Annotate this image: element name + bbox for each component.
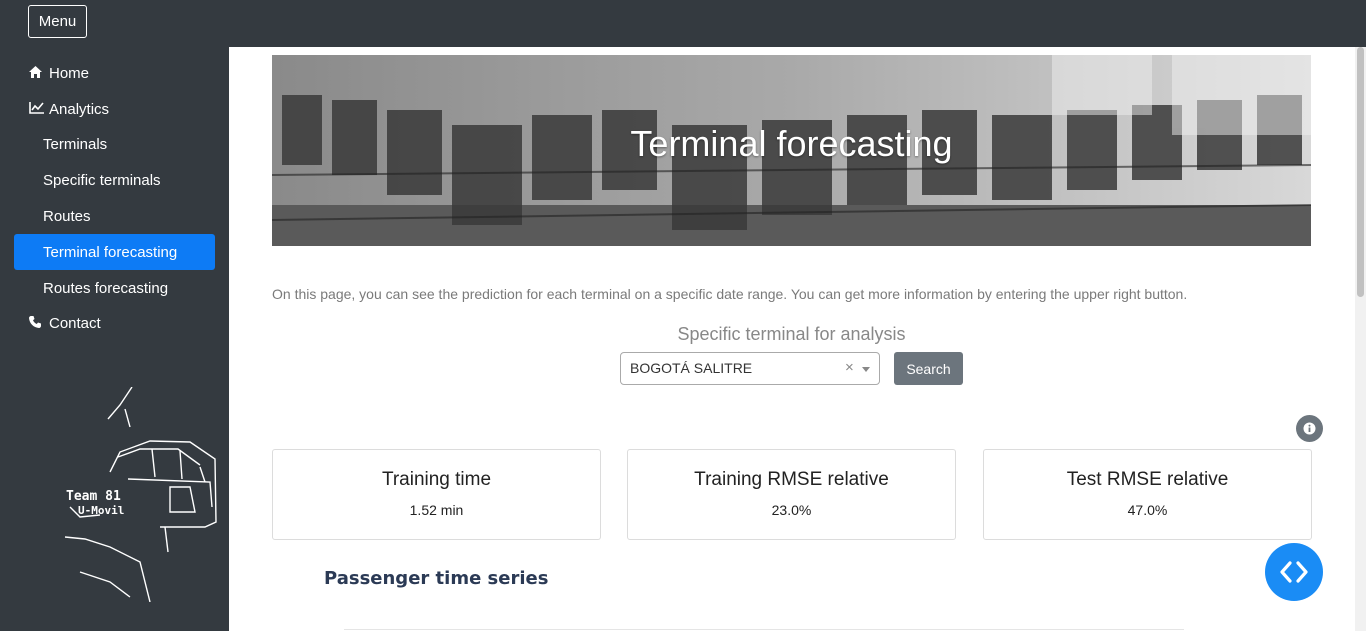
clear-selection-icon[interactable]: × — [845, 359, 854, 376]
terminal-select[interactable]: BOGOTÁ SALITRE × — [620, 352, 880, 385]
selector-label: Specific terminal for analysis — [677, 324, 906, 344]
sidebar-item-routes-forecasting[interactable]: Routes forecasting — [14, 270, 215, 306]
page-title: Terminal forecasting — [630, 123, 953, 164]
chart-line-icon — [29, 101, 45, 117]
sidebar-item-home[interactable]: Home — [14, 55, 215, 91]
card-title: Training time — [381, 469, 492, 490]
card-value: 1.52 min — [409, 502, 464, 518]
metric-card-test-rmse: Test RMSE relative 47.0% — [983, 449, 1312, 540]
sidebar-item-label: Home — [49, 64, 90, 82]
sidebar: Home Analytics Terminals Specific termin… — [0, 47, 229, 631]
info-button[interactable] — [1296, 415, 1323, 442]
sidebar-item-label: Routes forecasting — [43, 279, 169, 297]
team-logo: Team 81 U-Movil — [64, 387, 217, 602]
sidebar-item-label: Terminal forecasting — [43, 243, 178, 261]
sidebar-item-terminal-forecasting[interactable]: Terminal forecasting — [14, 234, 215, 270]
code-icon — [1280, 561, 1308, 583]
chart-top-border — [344, 629, 1184, 630]
metric-card-training-rmse: Training RMSE relative 23.0% — [627, 449, 956, 540]
sidebar-item-label: Specific terminals — [43, 171, 161, 189]
sidebar-item-specific-terminals[interactable]: Specific terminals — [14, 162, 215, 198]
card-value: 23.0% — [771, 502, 812, 518]
sidebar-item-label: Routes — [43, 207, 91, 225]
intro-text: On this page, you can see the prediction… — [272, 286, 1188, 302]
banner: Terminal forecasting — [272, 55, 1311, 246]
card-value: 47.0% — [1127, 502, 1168, 518]
card-title: Test RMSE relative — [1066, 469, 1229, 490]
sidebar-item-terminals[interactable]: Terminals — [14, 126, 215, 162]
scrollbar[interactable] — [1355, 47, 1366, 631]
scrollbar-thumb[interactable] — [1357, 47, 1364, 297]
search-button[interactable]: Search — [894, 352, 963, 385]
sidebar-item-label: Analytics — [49, 100, 110, 118]
menu-button[interactable]: Menu — [28, 5, 87, 38]
main-content: Terminal forecasting On this page, you c… — [229, 47, 1355, 631]
home-icon — [29, 65, 45, 81]
sidebar-item-contact[interactable]: Contact — [14, 305, 215, 341]
chevron-down-icon[interactable] — [862, 367, 870, 372]
terminal-select-value: BOGOTÁ SALITRE — [630, 360, 753, 376]
card-title: Training RMSE relative — [694, 469, 889, 490]
sidebar-item-label: Terminals — [43, 135, 108, 153]
sidebar-item-label: Contact — [49, 314, 101, 332]
code-toggle-button[interactable] — [1265, 543, 1323, 601]
sidebar-item-analytics[interactable]: Analytics — [14, 91, 215, 127]
logo-line2: U-Movil — [78, 504, 124, 517]
timeseries-title: Passenger time series — [324, 568, 549, 589]
top-navbar: Menu — [0, 0, 1366, 47]
sidebar-item-routes[interactable]: Routes — [14, 198, 215, 234]
phone-icon — [29, 315, 45, 331]
info-icon — [1303, 422, 1316, 435]
logo-line1: Team 81 — [66, 489, 121, 504]
metric-card-training-time: Training time 1.52 min — [272, 449, 601, 540]
